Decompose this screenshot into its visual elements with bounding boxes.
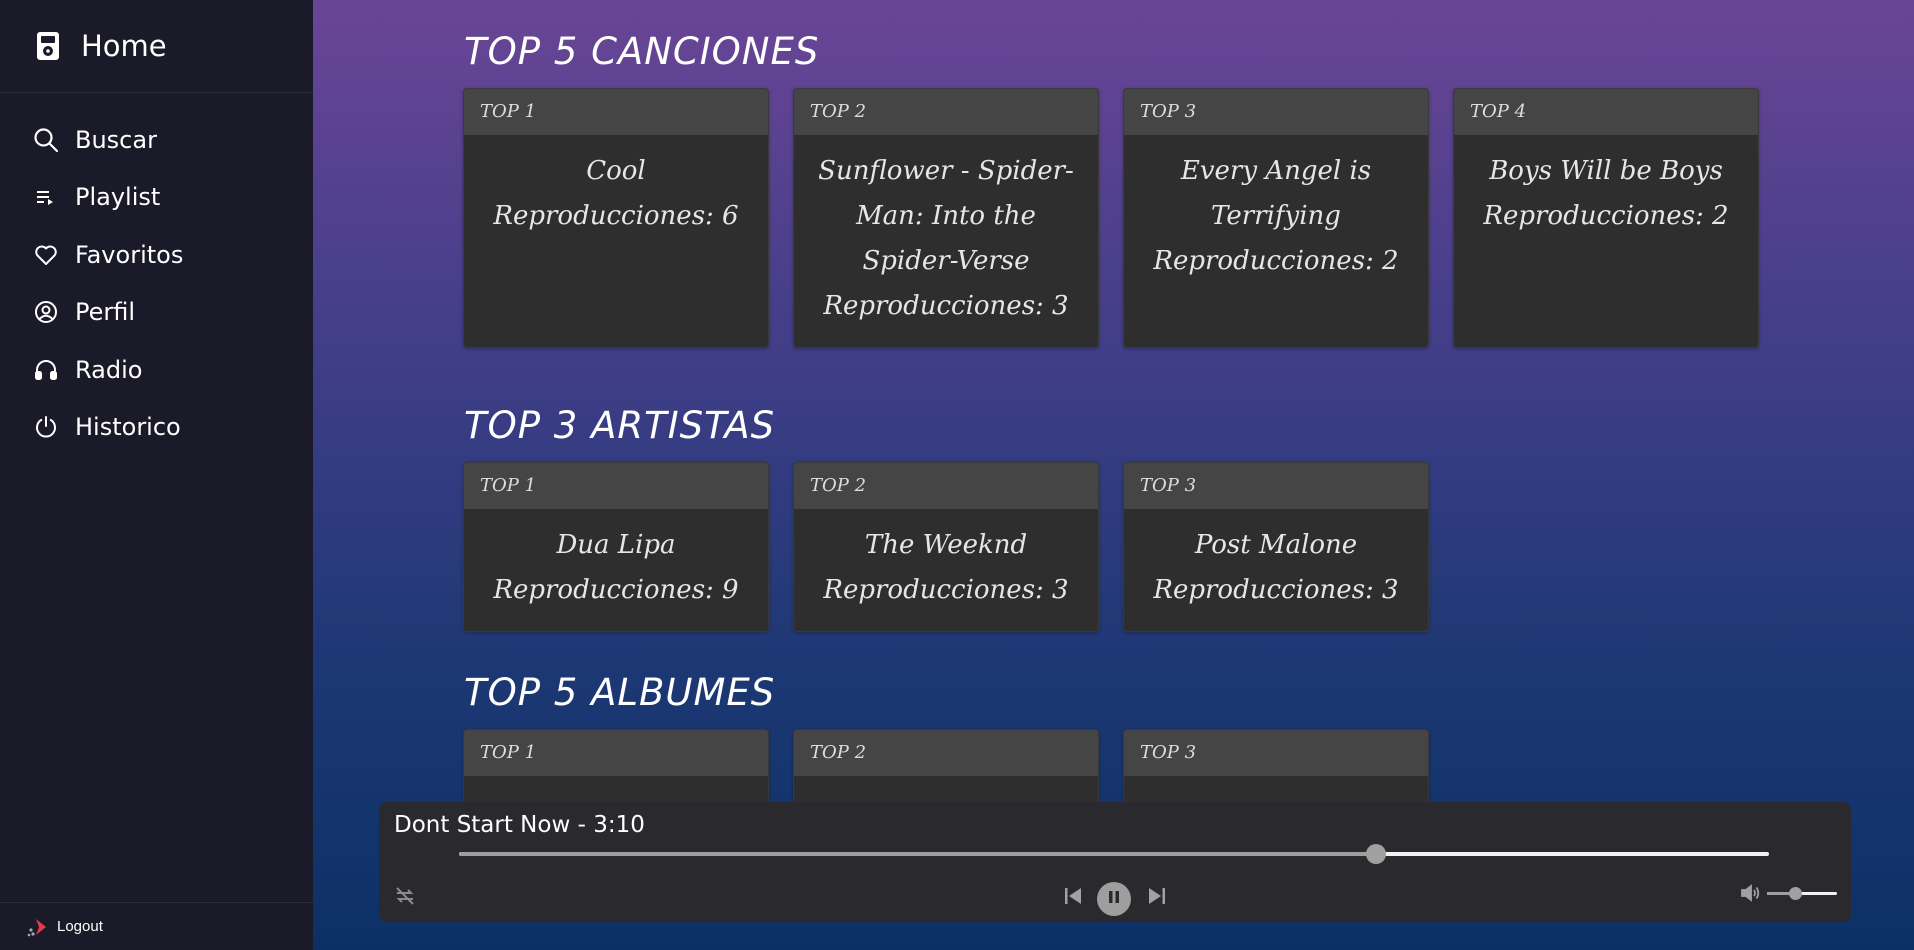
search-icon <box>33 127 59 153</box>
skip-next-icon <box>1147 886 1167 911</box>
card-rank: TOP 2 <box>794 89 1098 135</box>
ipod-icon <box>35 31 61 61</box>
card-rank: TOP 1 <box>464 89 768 135</box>
volume-icon <box>1739 882 1761 909</box>
sidebar-home[interactable]: Home <box>0 0 313 93</box>
user-circle-icon <box>33 299 59 325</box>
card-rank: TOP 3 <box>1124 730 1428 776</box>
heart-icon <box>33 242 59 268</box>
top-artist-card[interactable]: TOP 1 Dua Lipa Reproducciones: 9 <box>463 462 769 632</box>
sidebar-home-label: Home <box>81 29 167 63</box>
history-icon <box>33 414 59 440</box>
card-text: Post Malone Reproducciones: 3 <box>1153 530 1399 605</box>
sidebar-item-label: Playlist <box>75 183 161 212</box>
playlist-icon <box>33 184 59 210</box>
card-text: Dua Lipa Reproducciones: 9 <box>493 530 739 605</box>
progress-fill <box>459 852 1376 856</box>
sidebar-item-label: Perfil <box>75 298 136 327</box>
logout-button[interactable]: Logout <box>0 902 313 950</box>
pause-button[interactable] <box>1097 882 1131 916</box>
sidebar-item-radio[interactable]: Radio <box>0 341 313 399</box>
top-song-card[interactable]: TOP 3 Every Angel is Terrifying Reproduc… <box>1123 88 1429 348</box>
section-title-top-albums: TOP 5 ALBUMES <box>464 671 776 714</box>
card-text <box>464 776 768 790</box>
card-text: Sunflower - Spider-Man: Into the Spider-… <box>818 156 1074 321</box>
card-text: The Weeknd Reproducciones: 3 <box>823 530 1069 605</box>
card-rank: TOP 4 <box>1454 89 1758 135</box>
card-text <box>1124 776 1428 790</box>
sidebar-item-label: Radio <box>75 355 143 384</box>
next-button[interactable] <box>1143 884 1171 912</box>
repeat-button[interactable] <box>391 884 419 912</box>
card-rank: TOP 3 <box>1124 463 1428 509</box>
top-song-card[interactable]: TOP 1 Cool Reproducciones: 6 <box>463 88 769 348</box>
card-rank: TOP 3 <box>1124 89 1428 135</box>
section-title-top-songs: TOP 5 CANCIONES <box>464 30 820 73</box>
top-artist-card[interactable]: TOP 2 The Weeknd Reproducciones: 3 <box>793 462 1099 632</box>
logout-icon <box>27 916 49 938</box>
section-title-top-artists: TOP 3 ARTISTAS <box>464 404 776 447</box>
logout-label: Logout <box>57 918 103 935</box>
sidebar-item-perfil[interactable]: Perfil <box>0 284 313 342</box>
sidebar-item-playlist[interactable]: Playlist <box>0 169 313 227</box>
previous-button[interactable] <box>1059 884 1087 912</box>
music-player: Dont Start Now - 3:10 <box>379 802 1851 922</box>
now-playing-title: Dont Start Now - 3:10 <box>394 812 645 838</box>
progress-slider[interactable] <box>459 844 1769 864</box>
sidebar: Home Buscar Playlist Favoritos Perfil Ra… <box>0 0 313 950</box>
sidebar-item-label: Favoritos <box>75 240 184 269</box>
sidebar-nav: Buscar Playlist Favoritos Perfil Radio H… <box>0 93 313 456</box>
progress-handle[interactable] <box>1366 844 1386 864</box>
card-text <box>794 776 1098 790</box>
top-song-card[interactable]: TOP 4 Boys Will be Boys Reproducciones: … <box>1453 88 1759 348</box>
headphones-icon <box>33 357 59 383</box>
pause-icon <box>1106 889 1122 910</box>
card-text: Every Angel is Terrifying Reproducciones… <box>1153 156 1399 276</box>
card-rank: TOP 1 <box>464 463 768 509</box>
volume-handle[interactable] <box>1789 887 1802 900</box>
volume-slider[interactable] <box>1767 887 1837 900</box>
sidebar-item-label: Historico <box>75 413 181 442</box>
skip-previous-icon <box>1063 886 1083 911</box>
sidebar-item-historico[interactable]: Historico <box>0 399 313 457</box>
card-rank: TOP 2 <box>794 463 1098 509</box>
repeat-icon <box>393 884 417 913</box>
sidebar-item-label: Buscar <box>75 125 157 154</box>
card-text: Cool Reproducciones: 6 <box>493 156 739 231</box>
card-text: Boys Will be Boys Reproducciones: 2 <box>1483 156 1729 231</box>
card-rank: TOP 2 <box>794 730 1098 776</box>
top-song-card[interactable]: TOP 2 Sunflower - Spider-Man: Into the S… <box>793 88 1099 348</box>
card-rank: TOP 1 <box>464 730 768 776</box>
sidebar-item-buscar[interactable]: Buscar <box>0 111 313 169</box>
top-artist-card[interactable]: TOP 3 Post Malone Reproducciones: 3 <box>1123 462 1429 632</box>
sidebar-item-favoritos[interactable]: Favoritos <box>0 226 313 284</box>
volume-button[interactable] <box>1737 882 1763 908</box>
